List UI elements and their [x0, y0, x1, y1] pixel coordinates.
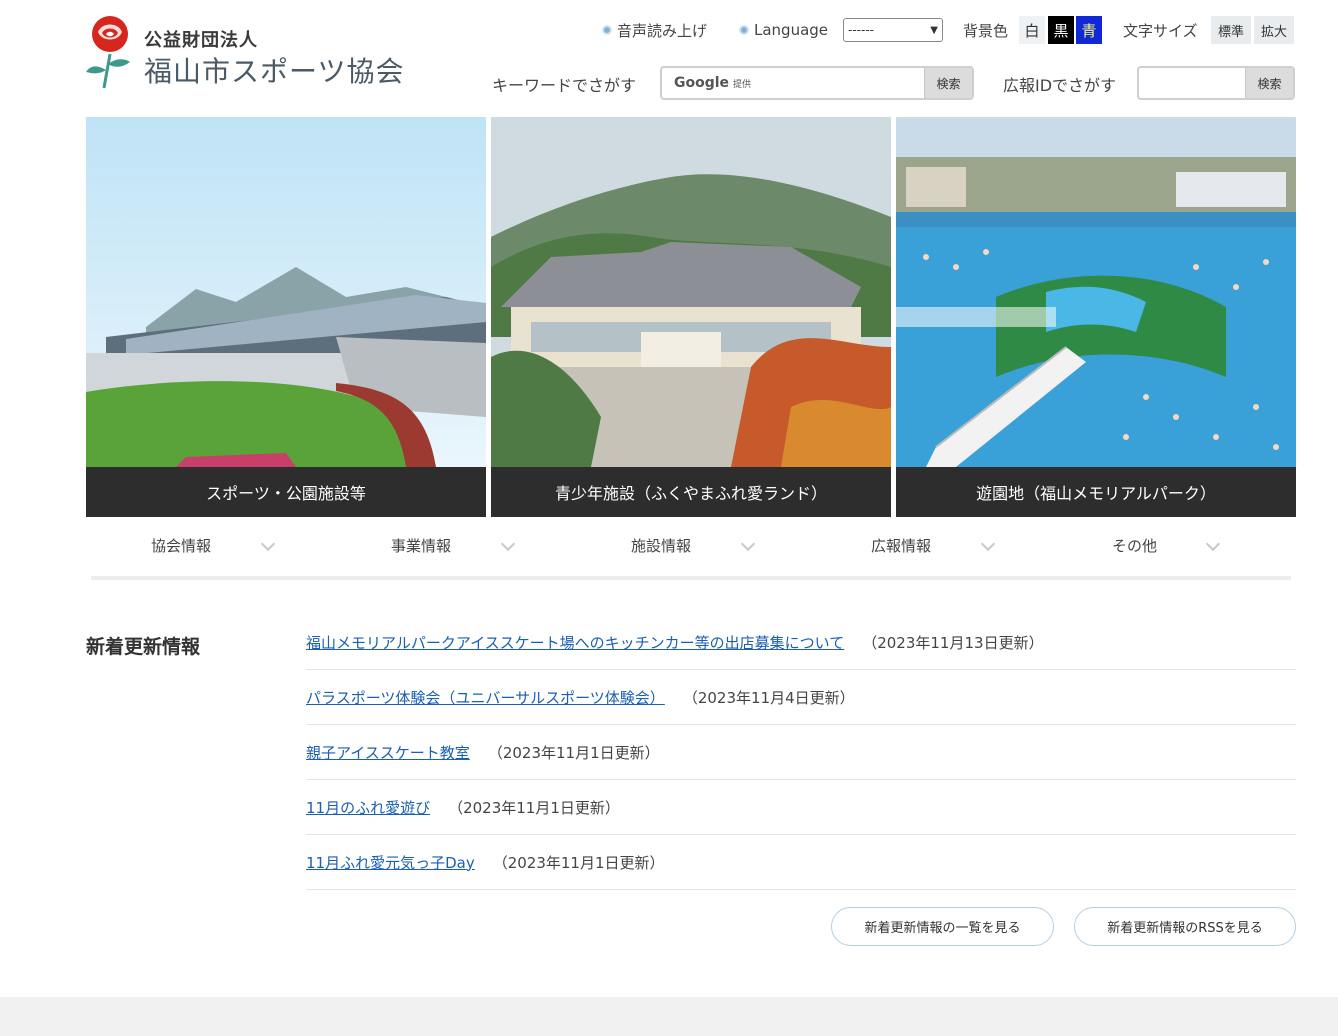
news-link[interactable]: 福山メモリアルパークアイススケート場へのキッチンカー等の出店募集について	[306, 632, 844, 653]
nav-divider	[91, 576, 1291, 580]
nav-item-label: 事業情報	[391, 536, 452, 555]
news-link[interactable]: 11月ふれ愛元気っ子Day	[306, 852, 475, 873]
news-date: （2023年11月4日更新）	[682, 688, 855, 707]
pool-photo	[896, 117, 1296, 467]
pr-id-search-label: 広報IDでさがす	[1003, 76, 1117, 95]
chevron-down-icon	[260, 536, 276, 552]
nav-item-facilities[interactable]: 施設情報	[631, 530, 756, 560]
language-selected: ------	[848, 23, 874, 37]
keyword-search-label: キーワードでさがす	[492, 76, 637, 95]
chevron-down-icon	[980, 536, 996, 552]
language-select[interactable]: ------ ▼	[843, 18, 943, 42]
chevron-down-icon	[500, 536, 516, 552]
nav-item-pr[interactable]: 広報情報	[871, 530, 996, 560]
keyword-search-input[interactable]: Google 提供	[662, 68, 926, 98]
nav-item-other[interactable]: その他	[1112, 530, 1221, 560]
hero-youth-facility[interactable]: 青少年施設（ふくやまふれ愛ランド）	[491, 117, 891, 517]
news-list: 福山メモリアルパークアイススケート場へのキッチンカー等の出店募集について （20…	[306, 615, 1296, 890]
keyword-search: Google 提供 検索	[660, 66, 974, 100]
bullet-icon	[602, 25, 612, 35]
bullet-icon	[739, 25, 749, 35]
nav-item-label: 広報情報	[871, 536, 932, 555]
hero-amusement-park[interactable]: 遊園地（福山メモリアルパーク）	[896, 117, 1296, 517]
language-label: Language	[739, 16, 828, 44]
hero-caption: スポーツ・公園施設等	[86, 467, 486, 517]
news-heading: 新着更新情報	[86, 636, 201, 658]
hero-caption: 青少年施設（ふくやまふれ愛ランド）	[491, 467, 891, 517]
pr-id-search: 検索	[1137, 66, 1295, 100]
news-item: 親子アイススケート教室 （2023年11月1日更新）	[306, 725, 1296, 780]
news-date: （2023年11月1日更新）	[492, 853, 665, 872]
font-large-button[interactable]: 拡大	[1254, 16, 1294, 44]
bg-blue-button[interactable]: 青	[1076, 16, 1102, 44]
bg-black-button[interactable]: 黒	[1048, 16, 1074, 44]
news-date: （2023年11月1日更新）	[487, 743, 660, 762]
google-brand: Google 提供	[674, 75, 752, 91]
pr-id-search-input[interactable]	[1139, 68, 1247, 98]
chevron-down-icon: ▼	[930, 24, 938, 36]
news-date: （2023年11月1日更新）	[448, 798, 620, 817]
hero-caption: 遊園地（福山メモリアルパーク）	[896, 467, 1296, 517]
nav-item-business[interactable]: 事業情報	[391, 530, 516, 560]
font-size-label: 文字サイズ	[1123, 21, 1198, 40]
nav-item-label: その他	[1112, 536, 1158, 555]
news-item: 11月のふれ愛遊び （2023年11月1日更新）	[306, 780, 1296, 835]
nav-item-association[interactable]: 協会情報	[151, 530, 276, 560]
voice-read-label: 音声読み上げ	[617, 21, 708, 40]
news-item: 福山メモリアルパークアイススケート場へのキッチンカー等の出店募集について （20…	[306, 615, 1296, 670]
footer-band	[0, 997, 1338, 1036]
site-logo[interactable]: 公益財団法人 福山市スポーツ協会	[84, 14, 424, 94]
news-list-button[interactable]: 新着更新情報の一覧を見る	[831, 907, 1054, 946]
news-date: （2023年11月13日更新）	[862, 633, 1044, 652]
stadium-photo	[86, 117, 486, 467]
news-link[interactable]: 親子アイススケート教室	[306, 742, 470, 763]
chevron-down-icon	[1205, 536, 1221, 552]
pr-id-search-button[interactable]: 検索	[1245, 68, 1293, 98]
nav-item-label: 協会情報	[151, 536, 212, 555]
global-nav: 協会情報 事業情報 施設情報 広報情報 その他	[86, 530, 1296, 560]
font-standard-button[interactable]: 標準	[1211, 16, 1251, 44]
keyword-search-button[interactable]: 検索	[924, 68, 972, 98]
youth-center-photo	[491, 117, 891, 467]
hero-sports-facilities[interactable]: スポーツ・公園施設等	[86, 117, 486, 517]
bg-white-button[interactable]: 白	[1019, 16, 1045, 44]
news-link[interactable]: パラスポーツ体験会（ユニバーサルスポーツ体験会）	[306, 687, 665, 708]
org-type: 公益財団法人	[144, 30, 258, 51]
voice-read-link[interactable]: 音声読み上げ	[602, 16, 707, 44]
bg-color-label: 背景色	[963, 21, 1009, 40]
news-link[interactable]: 11月のふれ愛遊び	[306, 797, 430, 818]
news-item: パラスポーツ体験会（ユニバーサルスポーツ体験会） （2023年11月4日更新）	[306, 670, 1296, 725]
news-item: 11月ふれ愛元気っ子Day （2023年11月1日更新）	[306, 835, 1296, 890]
news-rss-button[interactable]: 新着更新情報のRSSを見る	[1074, 907, 1296, 946]
chevron-down-icon	[740, 536, 756, 552]
rose-logo-icon	[86, 16, 130, 89]
nav-item-label: 施設情報	[631, 536, 692, 555]
org-name: 福山市スポーツ協会	[144, 55, 405, 88]
